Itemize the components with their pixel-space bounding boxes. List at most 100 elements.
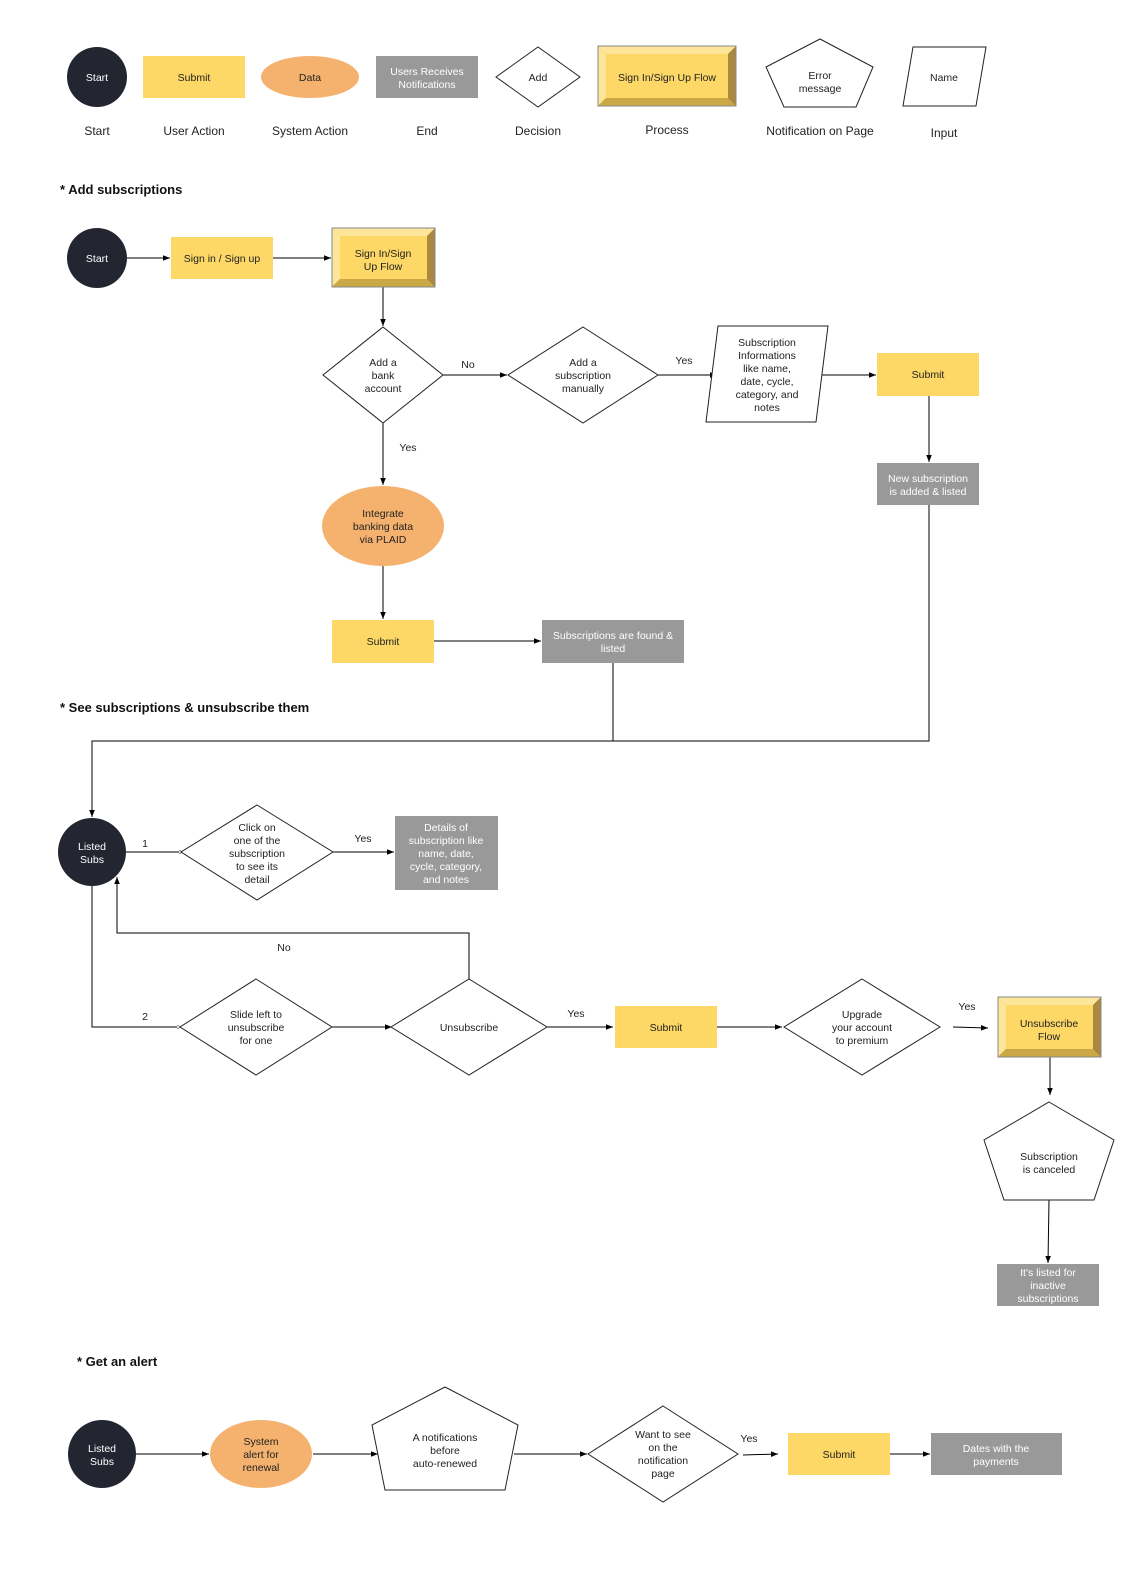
legend-notification-text: message <box>799 83 842 95</box>
edge-label-yes: Yes <box>354 833 371 845</box>
section-title: * Get an alert <box>77 1354 158 1369</box>
plaid-text: banking data <box>353 521 413 533</box>
start-node: Start <box>67 228 127 288</box>
found-text: listed <box>601 643 626 655</box>
submit-plaid-action: Submit <box>332 620 434 663</box>
submit-unsubscribe-action: Submit <box>615 1006 717 1048</box>
unsubscribe-text: Unsubscribe <box>440 1022 499 1034</box>
info-text: notes <box>754 402 780 414</box>
dates-text: Dates with the <box>963 1443 1030 1455</box>
canceled-text: Subscription <box>1020 1151 1078 1163</box>
system-alert-renewal: System alert for renewal <box>210 1420 312 1488</box>
system-alert-text: alert for <box>243 1449 279 1461</box>
unsub-flow-text: Unsubscribe <box>1020 1018 1079 1030</box>
inactive-text: inactive <box>1030 1280 1066 1292</box>
decision-add-manually: Add a subscription manually <box>507 326 659 424</box>
submit-manual-action: Submit <box>877 353 979 396</box>
legend-notification: Error message Notification on Page <box>765 38 874 138</box>
found-text: Subscriptions are found & <box>553 630 673 642</box>
sign-in-action: Sign in / Sign up <box>171 237 273 279</box>
want-text: Want to see <box>635 1429 691 1441</box>
manual-text: subscription <box>555 370 611 382</box>
notification-before-renewal: A notifications before auto-renewed <box>371 1386 519 1491</box>
legend-user-action-label: User Action <box>163 124 224 138</box>
slide-text: Slide left to <box>230 1009 282 1021</box>
legend-decision-text: Add <box>529 72 548 84</box>
legend-end-text: Users Receives <box>390 66 464 78</box>
inactive-text: subscriptions <box>1017 1293 1078 1305</box>
new-added-text: New subscription <box>888 473 968 485</box>
legend-decision: Add Decision <box>495 46 581 138</box>
legend-start: Start Start <box>67 47 127 138</box>
notification-text: before <box>430 1445 460 1457</box>
legend-notification-text: Error <box>808 70 832 82</box>
info-text: Subscription <box>738 337 796 349</box>
bank-text: Add a <box>369 357 397 369</box>
info-text: like name, <box>743 363 791 375</box>
inactive-text: It's listed for <box>1020 1267 1076 1279</box>
unsub-flow-text: Flow <box>1038 1031 1061 1043</box>
decision-click-subscription: Click on one of the subscription to see … <box>180 804 334 901</box>
click-text: detail <box>244 874 269 886</box>
upgrade-text: to premium <box>836 1035 889 1047</box>
notification-subscription-canceled: Subscription is canceled <box>983 1101 1115 1201</box>
upgrade-text: Upgrade <box>842 1009 882 1021</box>
listed-subs-node: Listed Subs <box>58 818 126 886</box>
end-dates-payments: Dates with the payments <box>931 1433 1062 1475</box>
legend-end-text: Notifications <box>398 79 455 91</box>
manual-text: Add a <box>569 357 597 369</box>
listed-subs-node: Listed Subs <box>68 1420 136 1488</box>
edge-label-2: 2 <box>142 1011 148 1023</box>
bank-text: account <box>365 383 402 395</box>
legend-system-action: Data System Action <box>261 56 359 138</box>
section-title: * See subscriptions & unsubscribe them <box>60 700 309 715</box>
section-title: * Add subscriptions <box>60 182 182 197</box>
manual-text: manually <box>562 383 605 395</box>
end-subscription-details: Details of subscription like name, date,… <box>395 816 498 890</box>
legend-system-action-label: System Action <box>272 124 348 138</box>
want-text: on the <box>648 1442 677 1454</box>
details-text: subscription like <box>409 835 484 847</box>
system-alert-text: System <box>243 1436 278 1448</box>
slide-text: for one <box>240 1035 273 1047</box>
legend-notification-label: Notification on Page <box>766 124 874 138</box>
legend-end: Users Receives Notifications End <box>376 56 478 138</box>
plaid-text: Integrate <box>362 508 404 520</box>
click-text: one of the <box>234 835 281 847</box>
end-new-subscription: New subscription is added & listed <box>877 463 979 505</box>
legend-user-action: Submit User Action <box>143 56 245 138</box>
legend-process: Sign In/Sign Up Flow Process <box>597 45 737 137</box>
legend-system-action-text: Data <box>299 72 321 84</box>
legend-end-label: End <box>416 124 437 138</box>
upgrade-text: your account <box>832 1022 892 1034</box>
edge-label-yes: Yes <box>675 355 692 367</box>
dates-text: payments <box>973 1456 1019 1468</box>
submit-alert-action: Submit <box>788 1433 890 1475</box>
legend-process-text: Sign In/Sign Up Flow <box>618 72 716 84</box>
sign-in-text: Sign in / Sign up <box>184 253 261 265</box>
sign-flow-text: Up Flow <box>364 261 403 273</box>
sign-flow-text: Sign In/Sign <box>355 248 412 260</box>
notification-text: auto-renewed <box>413 1458 477 1470</box>
click-text: subscription <box>229 848 285 860</box>
decision-slide-unsubscribe: Slide left to unsubscribe for one <box>179 978 333 1076</box>
details-text: Details of <box>424 822 468 834</box>
plaid-text: via PLAID <box>360 534 407 546</box>
details-text: and notes <box>423 874 469 886</box>
listed-text: Listed <box>78 841 106 853</box>
submit-text: Submit <box>650 1022 683 1034</box>
decision-unsubscribe: Unsubscribe <box>390 978 548 1076</box>
listed-text: Listed <box>88 1443 116 1455</box>
click-text: to see its <box>236 861 278 873</box>
edge-label-yes: Yes <box>740 1433 757 1445</box>
click-text: Click on <box>238 822 276 834</box>
notification-text: A notifications <box>413 1432 478 1444</box>
edge-label-yes: Yes <box>958 1001 975 1013</box>
listed-text: Subs <box>80 854 104 866</box>
details-text: name, date, <box>418 848 473 860</box>
edge-label-no: No <box>277 942 291 954</box>
submit-text: Submit <box>823 1449 856 1461</box>
legend-decision-label: Decision <box>515 124 561 138</box>
section-get-alert: * Get an alert Listed Subs System alert … <box>68 1354 1062 1503</box>
canceled-text: is canceled <box>1023 1164 1076 1176</box>
